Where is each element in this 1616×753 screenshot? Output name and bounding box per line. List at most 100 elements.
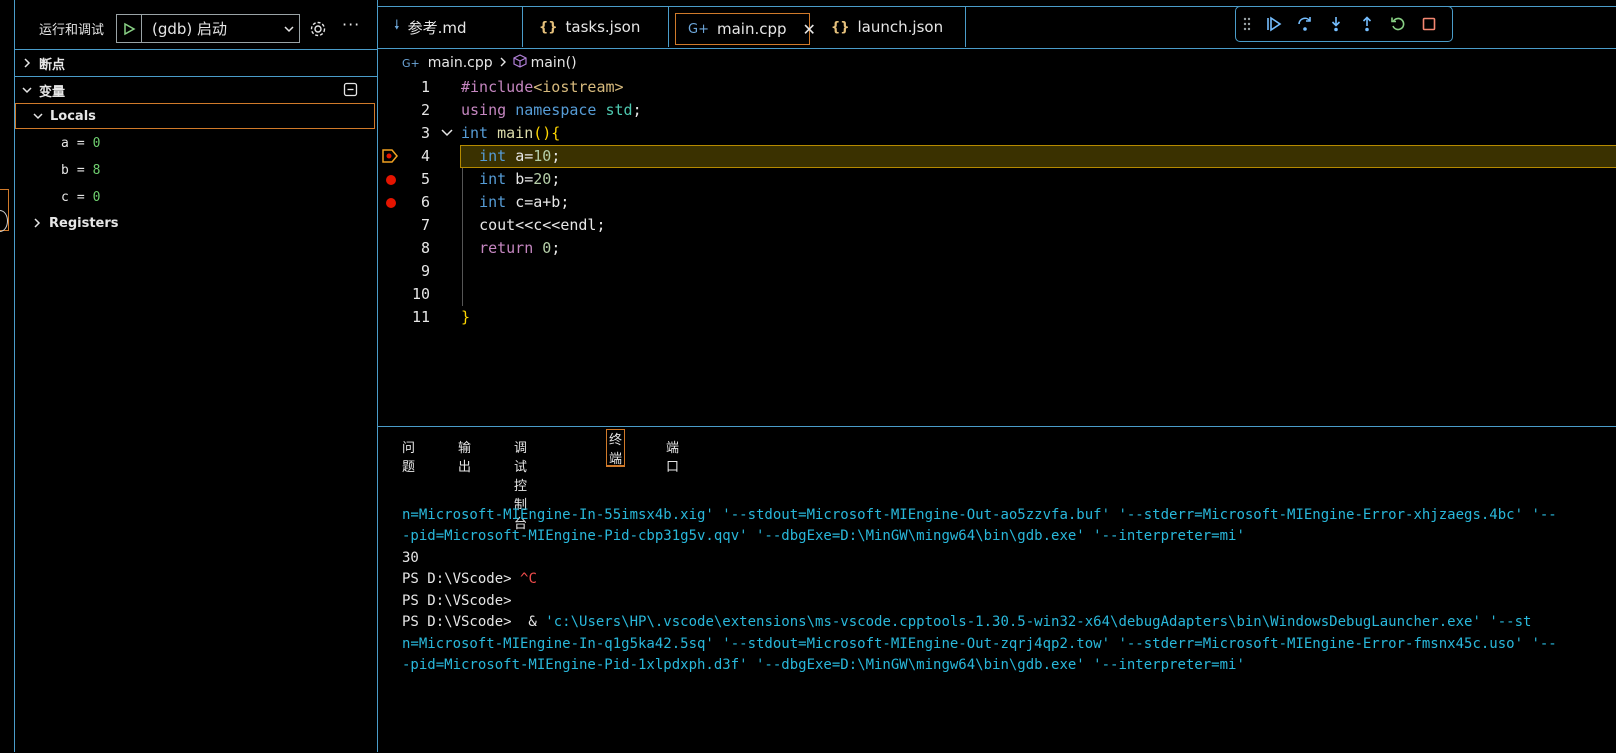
code-text: #include<iostream>: [461, 78, 624, 96]
code-editor[interactable]: 1 #include<iostream> 2 using namespace s…: [378, 76, 1616, 426]
breakpoints-section-header[interactable]: 断点: [15, 49, 377, 76]
launch-config-name: (gdb) 启动: [152, 20, 228, 38]
terminal-line: -pid=Microsoft-MIEngine-Pid-cbp31g5v.qqv…: [402, 528, 1245, 544]
variable-row[interactable]: b = 8: [61, 158, 100, 182]
step-into-icon[interactable]: [1320, 9, 1351, 39]
code-line[interactable]: 8 return 0;: [378, 237, 1616, 260]
start-debugging-icon[interactable]: [117, 15, 142, 42]
terminal-line: PS D:\VScode> ^C: [402, 569, 1616, 591]
tab-debug-console[interactable]: 调试控制台: [514, 437, 527, 532]
variable-row[interactable]: c = 0: [61, 185, 100, 209]
code-line[interactable]: 11 }: [378, 306, 1616, 329]
drag-handle-icon[interactable]: [1236, 9, 1258, 39]
close-icon[interactable]: ✕: [803, 20, 816, 39]
variable-value: 0: [92, 135, 101, 151]
breakpoint-icon[interactable]: [386, 198, 396, 208]
breadcrumb-symbol[interactable]: main(): [531, 55, 577, 71]
tab-tasks-json[interactable]: {} tasks.json: [523, 7, 669, 47]
chevron-right-icon: [499, 55, 507, 71]
line-number: 4: [420, 147, 430, 165]
code-text: return 0;: [479, 239, 561, 257]
breakpoint-icon[interactable]: [386, 175, 396, 185]
gear-icon[interactable]: [309, 20, 327, 38]
tab-main-cpp[interactable]: G+ main.cpp ✕: [675, 13, 816, 45]
code-line-current[interactable]: 4 int a=10;: [378, 145, 1616, 168]
terminal-ctrl-c: ^C: [520, 571, 537, 587]
json-icon: {}: [831, 19, 850, 35]
code-line[interactable]: 1 #include<iostream>: [378, 76, 1616, 99]
terminal-line: 30: [402, 549, 419, 566]
step-out-icon[interactable]: [1351, 9, 1382, 39]
code-line[interactable]: 9: [378, 260, 1616, 283]
terminal-prompt: PS D:\VScode>: [402, 571, 521, 587]
variable-value: 0: [92, 189, 101, 205]
method-cube-icon: [513, 54, 527, 72]
locals-scope-row[interactable]: Locals: [15, 103, 375, 129]
tab-output[interactable]: 输出: [458, 437, 471, 475]
tab-label: launch.json: [857, 18, 944, 36]
breadcrumb-file[interactable]: main.cpp: [428, 55, 493, 71]
code-line[interactable]: 2 using namespace std;: [378, 99, 1616, 122]
line-number: 9: [420, 262, 430, 280]
activity-bar-edge: [0, 0, 15, 752]
continue-icon[interactable]: [1258, 9, 1289, 39]
terminal-line: n=Microsoft-MIEngine-In-55imsx4b.xig' '-…: [402, 506, 1557, 523]
line-number: 6: [420, 193, 430, 211]
variables-section-header[interactable]: 变量: [15, 76, 377, 103]
json-icon: {}: [539, 19, 558, 35]
equals-sign: =: [76, 162, 85, 178]
tab-label: main.cpp: [716, 20, 787, 38]
line-number: 7: [420, 216, 430, 234]
terminal-line: n=Microsoft-MIEngine-In-q1g5ka42.5sq' '-…: [402, 635, 1557, 652]
restart-icon[interactable]: [1382, 9, 1413, 39]
stop-icon[interactable]: [1413, 9, 1444, 39]
tab-label: tasks.json: [565, 18, 641, 36]
variable-name: c: [61, 189, 69, 205]
terminal-line: PS D:\VScode> & 'c:\Users\HP\.vscode\ext…: [402, 612, 1616, 634]
chevron-down-icon: [279, 23, 299, 35]
step-over-icon[interactable]: [1289, 9, 1320, 39]
code-text: cout<<c<<endl;: [479, 216, 606, 234]
registers-label: Registers: [49, 215, 119, 231]
code-line[interactable]: 7 cout<<c<<endl;: [378, 214, 1616, 237]
tab-reference-md[interactable]: 🠗 参考.md: [378, 7, 523, 47]
terminal-prompt: PS D:\VScode> &: [402, 614, 546, 630]
terminal-line: PS D:\VScode>: [402, 592, 512, 609]
equals-sign: =: [76, 189, 85, 205]
line-number: 11: [411, 308, 430, 326]
line-number: 3: [420, 124, 430, 142]
line-number: 8: [420, 239, 430, 257]
current-line-highlight: [460, 145, 1616, 168]
terminal-output[interactable]: n=Microsoft-MIEngine-In-55imsx4b.xig' '-…: [402, 483, 1616, 720]
line-number: 5: [420, 170, 430, 188]
more-actions-icon[interactable]: ···: [342, 15, 360, 34]
code-line[interactable]: 10: [378, 283, 1616, 306]
code-text: int main(){: [461, 124, 561, 142]
chevron-down-icon: [19, 82, 35, 98]
fold-chevron-down-icon[interactable]: [440, 125, 454, 143]
cpp-icon: G+: [688, 21, 709, 37]
equals-sign: =: [76, 135, 85, 151]
tab-problems[interactable]: 问题: [402, 437, 415, 475]
sidebar-header: 运行和调试 (gdb) 启动 ···: [15, 6, 377, 50]
code-text: int a=10;: [479, 147, 561, 165]
line-number: 1: [420, 78, 430, 96]
code-line[interactable]: 5 int b=20;: [378, 168, 1616, 191]
tab-label: 参考.md: [407, 18, 467, 37]
variable-row[interactable]: a = 0: [61, 131, 100, 155]
chevron-right-icon: [19, 55, 35, 71]
markdown-icon: 🠗: [394, 18, 400, 33]
variable-name: b: [61, 162, 69, 178]
collapse-all-icon[interactable]: [343, 82, 359, 98]
variable-name: a: [61, 135, 69, 151]
tab-launch-json[interactable]: {} launch.json: [815, 7, 966, 47]
debug-toolbar: [1235, 6, 1453, 42]
terminal-line: -pid=Microsoft-MIEngine-Pid-1xlpdxph.d3f…: [402, 657, 1245, 673]
tab-ports[interactable]: 端口: [666, 437, 679, 475]
registers-scope-row[interactable]: Registers: [15, 210, 119, 236]
launch-config-select[interactable]: (gdb) 启动: [116, 14, 300, 43]
code-line[interactable]: 3 int main(){: [378, 122, 1616, 145]
code-text: }: [461, 308, 471, 326]
code-line[interactable]: 6 int c=a+b;: [378, 191, 1616, 214]
tab-terminal[interactable]: 终端: [606, 429, 626, 467]
